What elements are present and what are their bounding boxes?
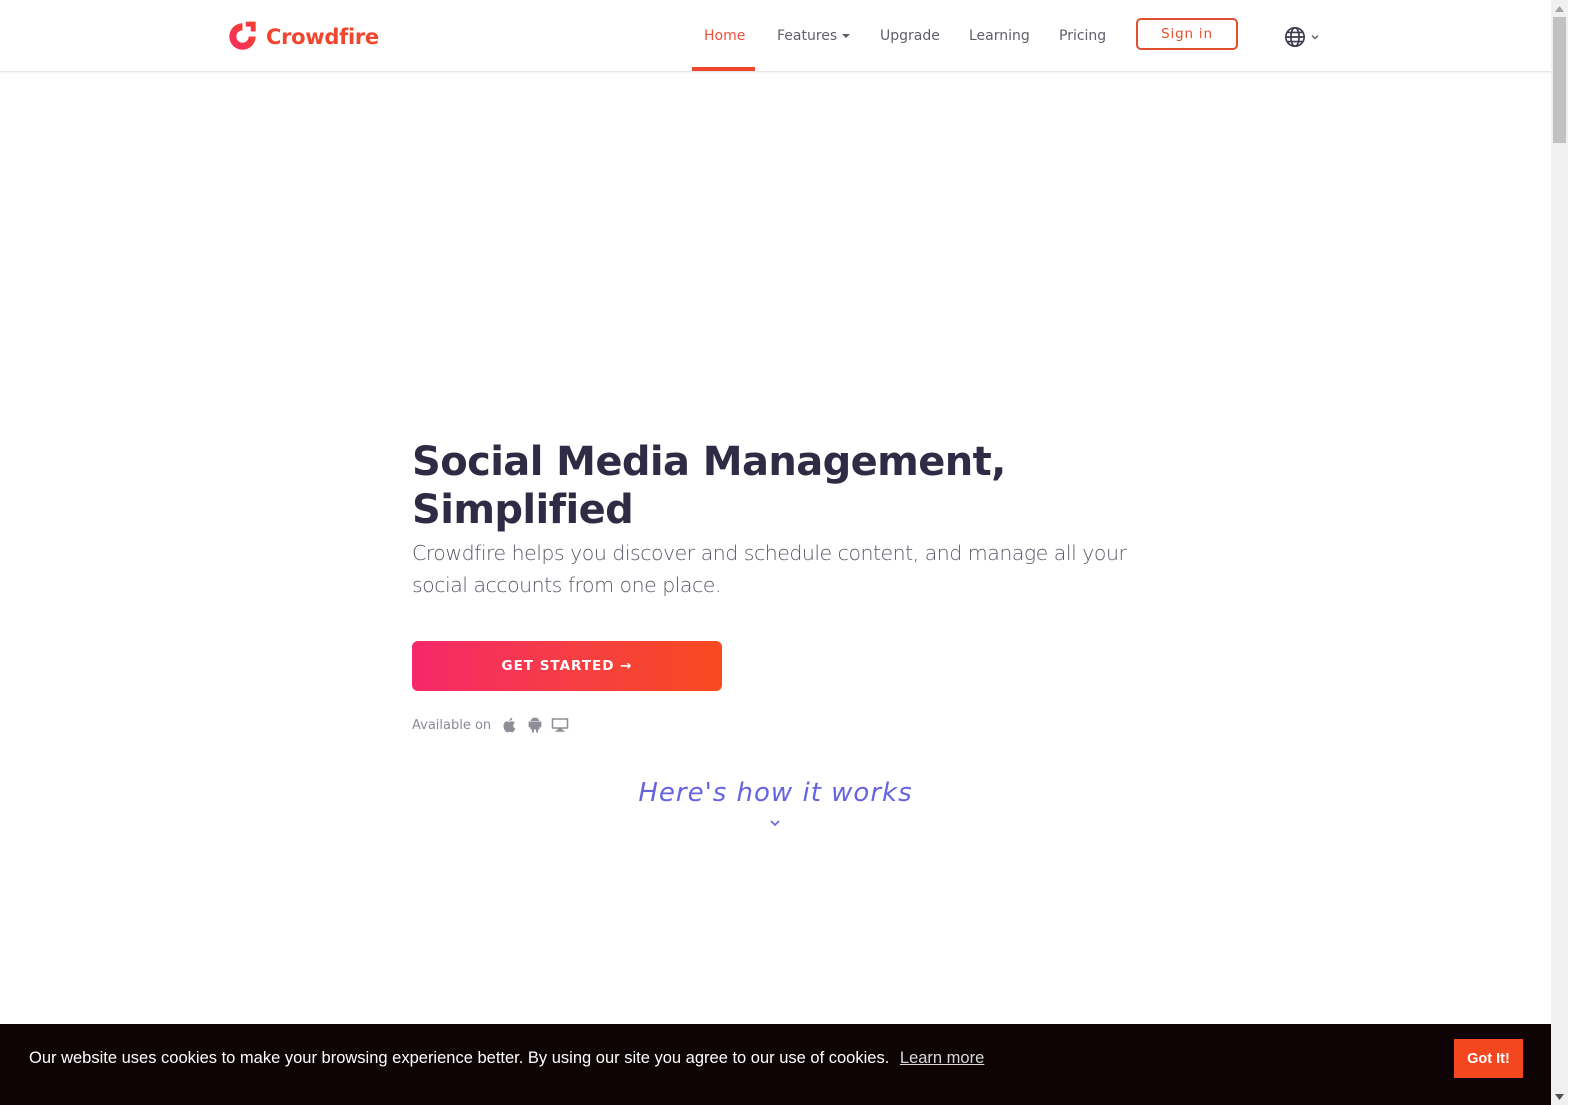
sign-in-button[interactable]: Sign in: [1136, 18, 1238, 50]
nav-upgrade[interactable]: Upgrade: [880, 0, 940, 71]
nav-home[interactable]: Home: [704, 0, 745, 71]
how-it-works-link[interactable]: Here's how it works: [0, 778, 1551, 808]
cookie-text: Our website uses cookies to make your br…: [29, 1049, 890, 1067]
got-it-button[interactable]: Got It!: [1454, 1039, 1523, 1078]
android-icon[interactable]: [526, 716, 544, 734]
apple-icon[interactable]: [501, 716, 519, 734]
available-on: Available on: [412, 714, 576, 736]
nav-pricing[interactable]: Pricing: [1059, 0, 1106, 71]
nav-features-label: Features: [777, 28, 838, 44]
available-on-label: Available on: [412, 717, 492, 733]
caret-down-icon: [842, 34, 851, 38]
cookie-message: Our website uses cookies to make your br…: [29, 1047, 984, 1069]
hero-subtitle: Crowdfire helps you discover and schedul…: [412, 541, 1127, 597]
desktop-icon[interactable]: [551, 716, 569, 734]
nav-active-indicator: [692, 67, 755, 71]
scroll-up-arrow-icon[interactable]: [1551, 0, 1568, 17]
scroll-down-arrow-icon[interactable]: [1551, 1088, 1568, 1105]
crowdfire-logo-icon: [229, 21, 256, 50]
hero-title-line-1: Social Media Management,: [412, 439, 1006, 485]
hero-title-line-2: Simplified: [412, 487, 634, 533]
language-selector[interactable]: [1284, 26, 1320, 48]
chevron-down-icon[interactable]: [769, 819, 781, 827]
globe-icon: [1285, 27, 1305, 47]
navbar: Crowdfire Home Features Upgrade Learning…: [0, 0, 1551, 72]
nav-learning[interactable]: Learning: [969, 0, 1030, 71]
get-started-button[interactable]: GET STARTED →: [412, 641, 722, 691]
nav-features[interactable]: Features: [777, 0, 851, 71]
hero-title: Social Media Management, Simplified: [412, 438, 1132, 534]
scrollbar-thumb[interactable]: [1553, 17, 1566, 143]
logo-link[interactable]: Crowdfire: [226, 20, 379, 53]
vertical-scrollbar[interactable]: [1551, 0, 1568, 1105]
chevron-down-icon: [1311, 35, 1319, 40]
logo-text: Crowdfire: [266, 24, 379, 49]
page: Crowdfire Home Features Upgrade Learning…: [0, 0, 1551, 1105]
window-edge: [1568, 0, 1584, 1105]
learn-more-link[interactable]: Learn more: [900, 1049, 984, 1067]
